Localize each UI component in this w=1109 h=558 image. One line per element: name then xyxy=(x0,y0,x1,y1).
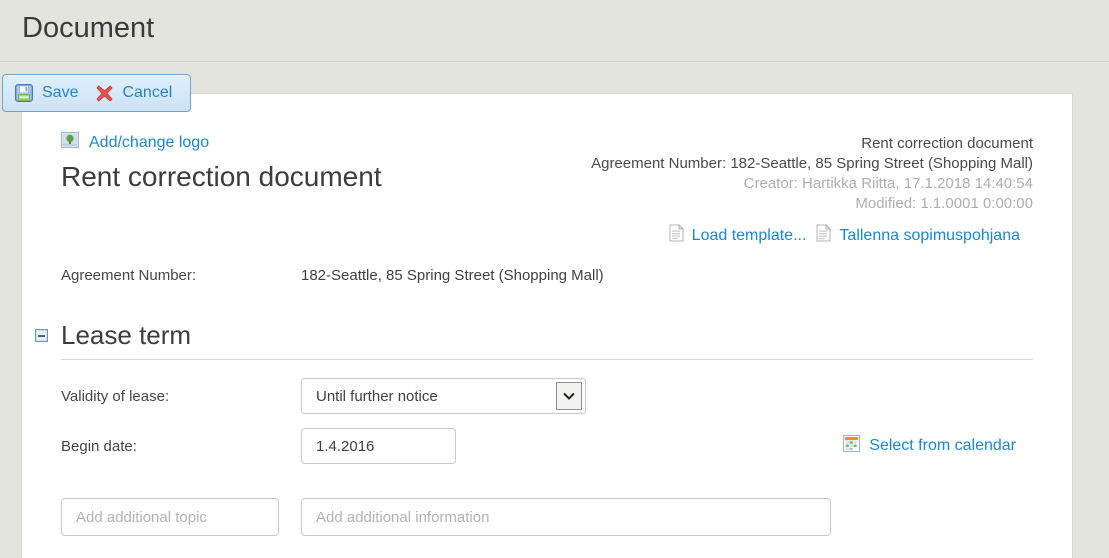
save-template-link[interactable]: Tallenna sopimuspohjana xyxy=(816,224,1020,247)
validity-select[interactable]: Until further notice xyxy=(301,378,586,414)
validity-label: Validity of lease: xyxy=(61,388,301,405)
document-panel: Add/change logo Rent correction document… xyxy=(21,93,1073,558)
document-title: Rent correction document xyxy=(61,161,382,193)
agreement-number-row: Agreement Number: 182-Seattle, 85 Spring… xyxy=(61,267,1033,284)
add-change-logo-label: Add/change logo xyxy=(89,134,209,152)
save-button[interactable]: Save xyxy=(15,84,78,102)
lease-term-heading: Lease term xyxy=(61,320,1033,351)
info-title: Rent correction document xyxy=(591,134,1033,154)
additional-information-input[interactable] xyxy=(301,498,831,536)
info-agreement-number: Agreement Number: 182-Seattle, 85 Spring… xyxy=(591,154,1033,174)
image-icon xyxy=(61,132,79,153)
info-creator: Creator: Hartikka Riitta, 17.1.2018 14:4… xyxy=(591,174,1033,194)
save-icon xyxy=(15,84,33,102)
calendar-icon xyxy=(843,435,860,457)
document-file-icon xyxy=(669,224,684,247)
collapse-icon[interactable] xyxy=(35,329,48,347)
page-title: Document xyxy=(0,0,1109,62)
validity-selected-value: Until further notice xyxy=(316,388,438,405)
info-modified: Modified: 1.1.0001 0:00:00 xyxy=(591,194,1033,214)
lease-term-section-header: Lease term xyxy=(61,320,1033,360)
cancel-button[interactable]: Cancel xyxy=(96,84,172,102)
chevron-down-icon xyxy=(556,382,582,410)
additional-fields-row xyxy=(61,498,1033,536)
select-from-calendar-link[interactable]: Select from calendar xyxy=(843,435,1016,457)
additional-topic-input[interactable] xyxy=(61,498,279,536)
validity-row: Validity of lease: Until further notice xyxy=(61,378,1033,414)
document-info: Rent correction document Agreement Numbe… xyxy=(591,132,1033,214)
agreement-number-value: 182-Seattle, 85 Spring Street (Shopping … xyxy=(301,267,604,284)
save-button-label: Save xyxy=(42,84,78,102)
toolbar: Save Cancel xyxy=(2,74,191,112)
load-template-link[interactable]: Load template... xyxy=(669,224,807,247)
cancel-button-label: Cancel xyxy=(122,84,172,102)
document-file-icon xyxy=(816,224,831,247)
select-from-calendar-label: Select from calendar xyxy=(869,437,1016,455)
begin-date-label: Begin date: xyxy=(61,438,301,455)
load-template-label: Load template... xyxy=(692,227,807,245)
document-head: Add/change logo Rent correction document… xyxy=(61,132,1033,214)
begin-date-row: Begin date: Select from calendar xyxy=(61,428,1033,464)
template-links: Load template... Tallenna sopimuspohjana xyxy=(61,224,1020,247)
add-change-logo-link[interactable]: Add/change logo xyxy=(61,132,382,153)
cancel-icon xyxy=(96,85,113,102)
agreement-number-label: Agreement Number: xyxy=(61,267,301,284)
begin-date-input[interactable] xyxy=(301,428,456,464)
document-head-left: Add/change logo Rent correction document xyxy=(61,132,382,214)
save-template-label: Tallenna sopimuspohjana xyxy=(839,227,1020,245)
